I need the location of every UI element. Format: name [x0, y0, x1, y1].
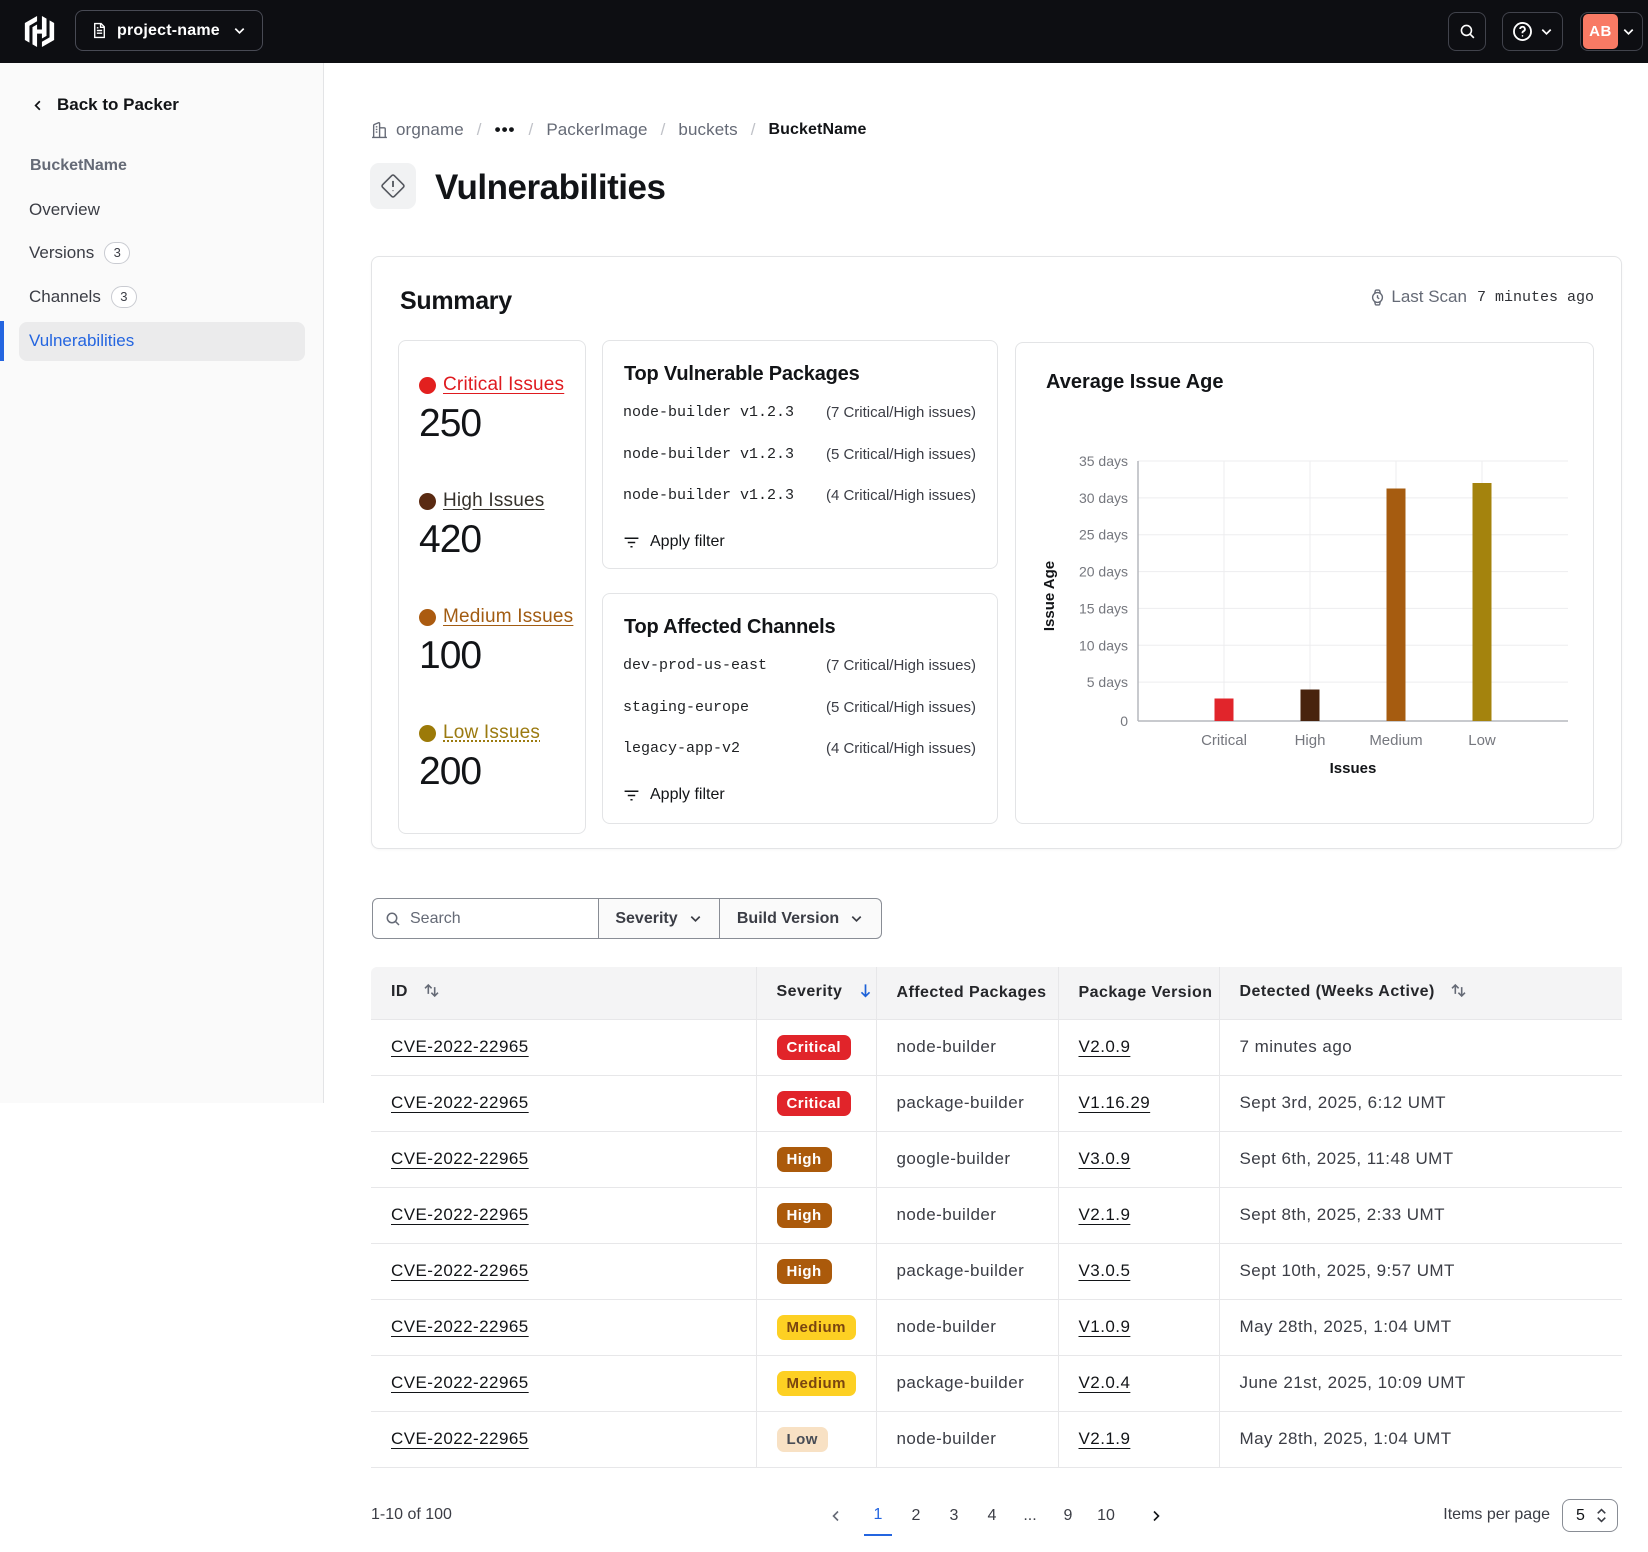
- svg-text:High: High: [1295, 732, 1326, 749]
- svg-text:Issue Age: Issue Age: [1041, 561, 1058, 631]
- svg-text:10 days: 10 days: [1079, 637, 1128, 653]
- svg-text:5 days: 5 days: [1087, 674, 1128, 690]
- svg-text:30 days: 30 days: [1079, 490, 1128, 506]
- svg-text:Medium: Medium: [1369, 732, 1422, 749]
- svg-text:Issues: Issues: [1330, 760, 1377, 777]
- svg-text:0: 0: [1120, 713, 1128, 729]
- svg-text:Low: Low: [1468, 732, 1496, 749]
- svg-text:Critical: Critical: [1201, 732, 1247, 749]
- svg-text:20 days: 20 days: [1079, 564, 1128, 580]
- svg-text:15 days: 15 days: [1079, 600, 1128, 616]
- svg-text:25 days: 25 days: [1079, 527, 1128, 543]
- svg-text:35 days: 35 days: [1079, 453, 1128, 469]
